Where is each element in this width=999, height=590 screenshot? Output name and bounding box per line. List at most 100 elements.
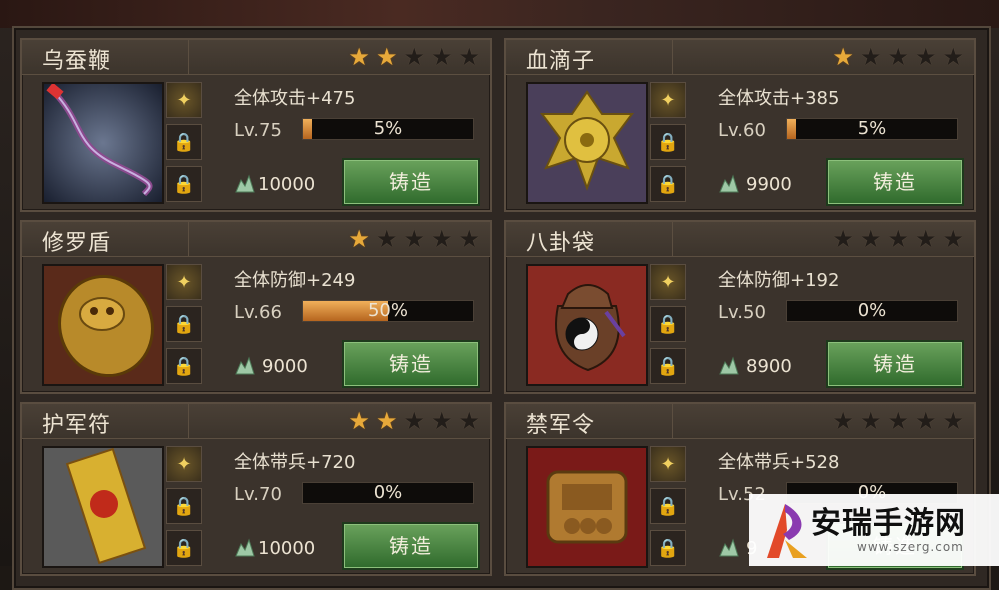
attribute-bonus: 全体防御+249 [234, 270, 356, 291]
star-filled-icon: ★ [348, 407, 370, 435]
watermark-url: www.szerg.com [857, 540, 964, 554]
progress-bar: 0% [302, 482, 474, 504]
star-empty-icon: ★ [403, 225, 425, 253]
item-name: 修罗盾 [42, 231, 112, 256]
lock-icon: 🔒 [166, 166, 202, 202]
shield-image [42, 264, 164, 386]
star-empty-icon: ★ [887, 43, 909, 71]
lock-icon: 🔒 [166, 348, 202, 384]
star-rating: ★ ★ ★ ★ ★ [832, 44, 964, 70]
level-label: Lv.70 [234, 484, 282, 505]
progress-text: 5% [857, 118, 887, 139]
lock-icon: 🔒 [166, 306, 202, 342]
star-empty-icon: ★ [458, 225, 480, 253]
star-empty-icon: ★ [458, 407, 480, 435]
star-rating: ★ ★ ★ ★ ★ [348, 408, 480, 434]
star-filled-icon: ★ [832, 43, 854, 71]
card-header: 修罗盾 ★ ★ ★ ★ ★ [22, 222, 490, 257]
card-header: 八卦袋 ★ ★ ★ ★ ★ [506, 222, 974, 257]
progress-text: 50% [367, 300, 408, 321]
level-label: Lv.75 [234, 120, 282, 141]
progress-bar: 0% [786, 300, 958, 322]
star-empty-icon: ★ [859, 43, 882, 71]
forge-button[interactable]: 铸造 [342, 158, 480, 206]
equipment-card: 血滴子 ★ ★ ★ ★ ★ ✦ 🔒 🔒 全体攻击+385 Lv.60 5% 9900 铸… [504, 38, 976, 212]
star-empty-icon: ★ [430, 225, 453, 253]
progress-text: 0% [857, 300, 887, 321]
star-empty-icon: ★ [832, 407, 854, 435]
lock-icon: 🔒 [166, 488, 202, 524]
star-rating: ★ ★ ★ ★ ★ [832, 226, 964, 252]
cost-value: 9900 [746, 174, 792, 195]
star-empty-icon: ★ [914, 225, 937, 253]
lock-icon: 🔒 [650, 348, 686, 384]
star-gem-icon[interactable]: ✦ [650, 82, 686, 118]
star-gem-icon[interactable]: ✦ [166, 446, 202, 482]
lock-icon: 🔒 [650, 166, 686, 202]
item-name: 血滴子 [526, 49, 596, 74]
gem-slots: ✦ 🔒 🔒 [166, 82, 202, 208]
silver-ore-icon [719, 356, 739, 375]
star-empty-icon: ★ [375, 225, 398, 253]
star-rating: ★ ★ ★ ★ ★ [348, 44, 480, 70]
item-name: 禁军令 [526, 413, 596, 438]
star-empty-icon: ★ [942, 43, 964, 71]
gem-slots: ✦ 🔒 🔒 [650, 82, 686, 208]
level-label: Lv.60 [718, 120, 766, 141]
watermark-text: 安瑞手游网 [811, 506, 966, 541]
progress-bar: 5% [786, 118, 958, 140]
equipment-card: 八卦袋 ★ ★ ★ ★ ★ ✦ 🔒 🔒 全体防御+192 Lv.50 0% 8900 铸… [504, 220, 976, 394]
cost-value: 10000 [258, 538, 316, 559]
forge-button[interactable]: 铸造 [342, 340, 480, 388]
forge-button[interactable]: 铸造 [826, 158, 964, 206]
star-gem-icon[interactable]: ✦ [650, 264, 686, 300]
attribute-bonus: 全体带兵+720 [234, 452, 356, 473]
attribute-bonus: 全体攻击+475 [234, 88, 356, 109]
watermark-logo-icon [767, 504, 807, 558]
star-rating: ★ ★ ★ ★ ★ [348, 226, 480, 252]
site-watermark: 安瑞手游网 www.szerg.com [749, 494, 999, 566]
star-gem-icon[interactable]: ✦ [166, 264, 202, 300]
gem-slots: ✦ 🔒 🔒 [166, 446, 202, 572]
silver-ore-icon [235, 174, 255, 193]
star-filled-icon: ★ [375, 43, 398, 71]
lock-icon: 🔒 [650, 124, 686, 160]
gem-slots: ✦ 🔒 🔒 [650, 264, 686, 390]
gem-slots: ✦ 🔒 🔒 [650, 446, 686, 572]
star-empty-icon: ★ [887, 407, 909, 435]
cost-value: 10000 [258, 174, 316, 195]
progress-text: 5% [373, 118, 403, 139]
star-empty-icon: ★ [942, 225, 964, 253]
star-gem-icon[interactable]: ✦ [166, 82, 202, 118]
lock-icon: 🔒 [650, 306, 686, 342]
silver-ore-icon [235, 538, 255, 557]
silver-ore-icon [719, 174, 739, 193]
gem-slots: ✦ 🔒 🔒 [166, 264, 202, 390]
star-empty-icon: ★ [403, 43, 425, 71]
star-empty-icon: ★ [942, 407, 964, 435]
star-filled-icon: ★ [375, 407, 398, 435]
progress-bar: 5% [302, 118, 474, 140]
card-header: 血滴子 ★ ★ ★ ★ ★ [506, 40, 974, 75]
cost-value: 9000 [262, 356, 308, 377]
star-gem-icon[interactable]: ✦ [650, 446, 686, 482]
level-label: Lv.50 [718, 302, 766, 323]
star-empty-icon: ★ [430, 407, 453, 435]
star-filled-icon: ★ [348, 225, 370, 253]
talisman-image [42, 446, 164, 568]
silver-ore-icon [235, 356, 255, 375]
star-empty-icon: ★ [887, 225, 909, 253]
blood-drop-image [526, 82, 648, 204]
forge-button[interactable]: 铸造 [826, 340, 964, 388]
lock-icon: 🔒 [650, 530, 686, 566]
lock-icon: 🔒 [166, 124, 202, 160]
lock-icon: 🔒 [650, 488, 686, 524]
card-header: 禁军令 ★ ★ ★ ★ ★ [506, 404, 974, 439]
forge-button[interactable]: 铸造 [342, 522, 480, 570]
equipment-card: 修罗盾 ★ ★ ★ ★ ★ ✦ 🔒 🔒 全体防御+249 Lv.66 50% 9000 … [20, 220, 492, 394]
attribute-bonus: 全体防御+192 [718, 270, 840, 291]
star-empty-icon: ★ [914, 43, 937, 71]
cost-value: 8900 [746, 356, 792, 377]
card-header: 护军符 ★ ★ ★ ★ ★ [22, 404, 490, 439]
bagua-pouch-image [526, 264, 648, 386]
